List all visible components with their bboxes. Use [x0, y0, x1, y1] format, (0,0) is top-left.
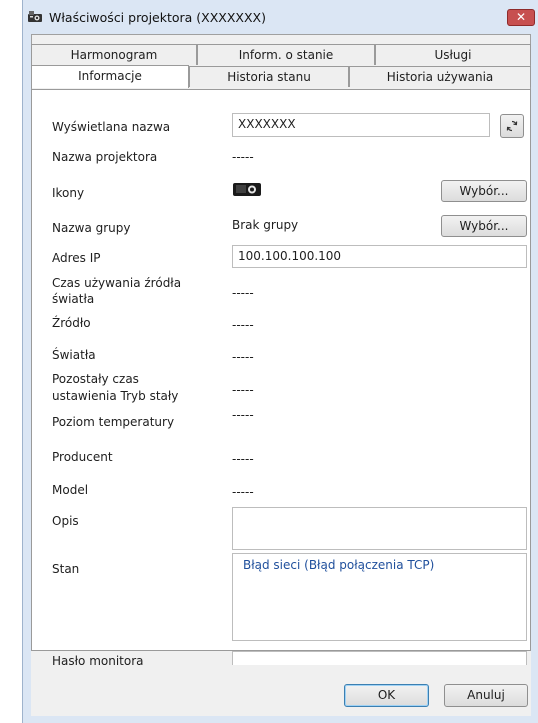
description-label: Opis: [52, 514, 79, 528]
close-button[interactable]: ✕: [507, 9, 535, 26]
description-field[interactable]: [232, 507, 527, 550]
refresh-icon: [506, 120, 518, 132]
temperature-label: Poziom temperatury: [52, 415, 175, 429]
temperature-value: -----: [232, 408, 254, 422]
status-label: Stan: [52, 562, 80, 576]
tab-historia-uzywania[interactable]: Historia używania: [349, 66, 531, 87]
group-name-label: Nazwa grupy: [52, 221, 131, 235]
projector-name-value: -----: [232, 150, 254, 164]
projector-name-label: Nazwa projektora: [52, 150, 158, 164]
monitor-password-field[interactable]: [232, 651, 527, 665]
model-value: -----: [232, 485, 254, 499]
icons-label: Ikony: [52, 186, 85, 200]
remaining-time-label-line2: ustawienia Tryb stały: [52, 389, 179, 403]
display-name-label: Wyświetlana nazwa: [52, 120, 171, 134]
group-select-button[interactable]: Wybór...: [441, 215, 527, 237]
lamp-time-label-line2: światła: [52, 292, 95, 306]
projector-app-icon: [28, 11, 42, 22]
tab-inform-o-stanie[interactable]: Inform. o stanie: [197, 44, 375, 65]
tab-uslugi[interactable]: Usługi: [375, 44, 531, 65]
group-name-value: Brak grupy: [232, 218, 299, 232]
title-bar[interactable]: Właściwości projektora (XXXXXXX) ✕: [23, 0, 538, 34]
lamp-time-value: -----: [232, 286, 254, 300]
tab-historia-stanu[interactable]: Historia stanu: [189, 66, 349, 87]
tab-informacje[interactable]: Informacje: [31, 65, 189, 88]
refresh-button[interactable]: [500, 114, 524, 138]
remaining-time-value: -----: [232, 383, 254, 397]
ip-address-label: Adres IP: [52, 251, 101, 265]
tab-harmonogram[interactable]: Harmonogram: [31, 44, 197, 65]
icons-select-button[interactable]: Wybór...: [441, 180, 527, 202]
projector-icon: [233, 183, 261, 196]
status-field[interactable]: Błąd sieci (Błąd połączenia TCP): [232, 553, 527, 641]
manufacturer-label: Producent: [52, 450, 113, 464]
source-value: -----: [232, 318, 254, 332]
ok-button[interactable]: OK: [344, 684, 429, 707]
cancel-button[interactable]: Anuluj: [444, 684, 528, 707]
lamp-time-label-line1: Czas używania źródła: [52, 276, 182, 290]
remaining-time-label-line1: Pozostały czas: [52, 372, 139, 386]
ip-address-field[interactable]: 100.100.100.100: [232, 245, 527, 268]
lights-label: Światła: [52, 348, 96, 362]
source-label: Źródło: [52, 316, 91, 330]
lights-value: -----: [232, 350, 254, 364]
manufacturer-value: -----: [232, 452, 254, 466]
model-label: Model: [52, 483, 89, 497]
display-name-input[interactable]: XXXXXXX: [232, 113, 490, 137]
monitor-password-label: Hasło monitora: [52, 654, 144, 668]
window-title: Właściwości projektora (XXXXXXX): [49, 10, 266, 25]
